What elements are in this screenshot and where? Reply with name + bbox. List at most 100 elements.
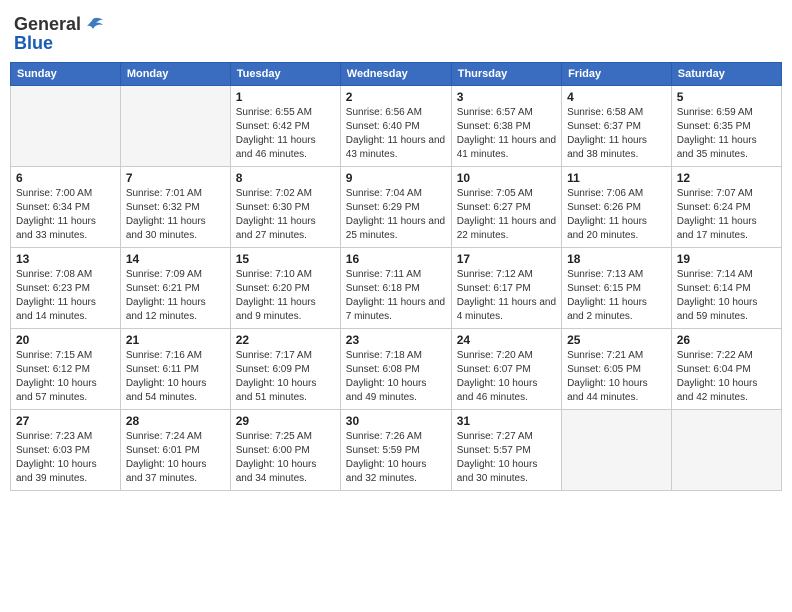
- calendar-day: 13Sunrise: 7:08 AMSunset: 6:23 PMDayligh…: [11, 248, 121, 329]
- day-number: 19: [677, 252, 776, 266]
- page-header: General Blue: [10, 10, 782, 54]
- weekday-header-friday: Friday: [562, 63, 672, 86]
- day-number: 30: [346, 414, 446, 428]
- calendar-day: 27 Sunrise: 7:23 AMSunset: 6:03 PMDayligh…: [11, 410, 121, 491]
- calendar-day: 19Sunrise: 7:14 AMSunset: 6:14 PMDayligh…: [671, 248, 781, 329]
- day-number: 23: [346, 333, 446, 347]
- calendar-day: 30 Sunrise: 7:26 AMSunset: 5:59 PMDayligh…: [340, 410, 451, 491]
- weekday-header-saturday: Saturday: [671, 63, 781, 86]
- calendar-day: [11, 86, 121, 167]
- calendar-day: 23 Sunrise: 7:18 AMSunset: 6:08 PMDayligh…: [340, 329, 451, 410]
- day-info: Sunrise: 7:22 AMSunset: 6:04 PMDaylight:…: [677, 349, 776, 405]
- day-number: 16: [346, 252, 446, 266]
- calendar-day: 26Sunrise: 7:22 AMSunset: 6:04 PMDayligh…: [671, 329, 781, 410]
- calendar-table: SundayMondayTuesdayWednesdayThursdayFrid…: [10, 62, 782, 491]
- calendar-day: 31 Sunrise: 7:27 AMSunset: 5:57 PMDayligh…: [451, 410, 561, 491]
- calendar-day: 6Sunrise: 7:00 AMSunset: 6:34 PMDaylight…: [11, 167, 121, 248]
- day-info: Sunrise: 7:26 AMSunset: 5:59 PMDaylight:…: [346, 430, 446, 486]
- day-number: 21: [126, 333, 225, 347]
- calendar-day: 28 Sunrise: 7:24 AMSunset: 6:01 PMDayligh…: [120, 410, 230, 491]
- day-number: 15: [236, 252, 335, 266]
- calendar-day: 7Sunrise: 7:01 AMSunset: 6:32 PMDaylight…: [120, 167, 230, 248]
- calendar-day: 10 Sunrise: 7:05 AMSunset: 6:27 PMDayligh…: [451, 167, 561, 248]
- calendar-day: [120, 86, 230, 167]
- day-number: 8: [236, 171, 335, 185]
- logo-general-text: General: [14, 14, 81, 35]
- day-number: 11: [567, 171, 666, 185]
- calendar-day: 22Sunrise: 7:17 AMSunset: 6:09 PMDayligh…: [230, 329, 340, 410]
- calendar-day: 1 Sunrise: 6:55 AMSunset: 6:42 PMDaylight…: [230, 86, 340, 167]
- day-info: Sunrise: 7:27 AMSunset: 5:57 PMDaylight:…: [457, 430, 556, 486]
- day-info: Sunrise: 7:11 AMSunset: 6:18 PMDaylight:…: [346, 268, 446, 324]
- logo-bird-icon: [83, 17, 103, 33]
- day-info: Sunrise: 7:04 AMSunset: 6:29 PMDaylight:…: [346, 187, 446, 243]
- weekday-header-wednesday: Wednesday: [340, 63, 451, 86]
- day-info: Sunrise: 6:59 AMSunset: 6:35 PMDaylight:…: [677, 106, 776, 162]
- calendar-day: 4 Sunrise: 6:58 AMSunset: 6:37 PMDaylight…: [562, 86, 672, 167]
- calendar-week-3: 13Sunrise: 7:08 AMSunset: 6:23 PMDayligh…: [11, 248, 782, 329]
- calendar-day: 16 Sunrise: 7:11 AMSunset: 6:18 PMDayligh…: [340, 248, 451, 329]
- weekday-header-monday: Monday: [120, 63, 230, 86]
- calendar-week-1: 1 Sunrise: 6:55 AMSunset: 6:42 PMDaylight…: [11, 86, 782, 167]
- day-info: Sunrise: 7:07 AMSunset: 6:24 PMDaylight:…: [677, 187, 776, 243]
- calendar-day: 9Sunrise: 7:04 AMSunset: 6:29 PMDaylight…: [340, 167, 451, 248]
- day-info: Sunrise: 6:57 AMSunset: 6:38 PMDaylight:…: [457, 106, 556, 162]
- calendar-day: 17 Sunrise: 7:12 AMSunset: 6:17 PMDayligh…: [451, 248, 561, 329]
- weekday-header-sunday: Sunday: [11, 63, 121, 86]
- calendar-header-row: SundayMondayTuesdayWednesdayThursdayFrid…: [11, 63, 782, 86]
- day-info: Sunrise: 7:20 AMSunset: 6:07 PMDaylight:…: [457, 349, 556, 405]
- calendar-day: 24 Sunrise: 7:20 AMSunset: 6:07 PMDayligh…: [451, 329, 561, 410]
- day-number: 27: [16, 414, 115, 428]
- calendar-day: [562, 410, 672, 491]
- day-info: Sunrise: 7:18 AMSunset: 6:08 PMDaylight:…: [346, 349, 446, 405]
- day-number: 18: [567, 252, 666, 266]
- day-number: 17: [457, 252, 556, 266]
- day-info: Sunrise: 7:17 AMSunset: 6:09 PMDaylight:…: [236, 349, 335, 405]
- calendar-day: 15 Sunrise: 7:10 AMSunset: 6:20 PMDayligh…: [230, 248, 340, 329]
- calendar-day: 5Sunrise: 6:59 AMSunset: 6:35 PMDaylight…: [671, 86, 781, 167]
- day-number: 2: [346, 90, 446, 104]
- day-info: Sunrise: 7:02 AMSunset: 6:30 PMDaylight:…: [236, 187, 335, 243]
- day-number: 4: [567, 90, 666, 104]
- weekday-header-tuesday: Tuesday: [230, 63, 340, 86]
- calendar-day: 18 Sunrise: 7:13 AMSunset: 6:15 PMDayligh…: [562, 248, 672, 329]
- day-info: Sunrise: 7:06 AMSunset: 6:26 PMDaylight:…: [567, 187, 666, 243]
- day-number: 25: [567, 333, 666, 347]
- day-number: 31: [457, 414, 556, 428]
- calendar-day: 3 Sunrise: 6:57 AMSunset: 6:38 PMDaylight…: [451, 86, 561, 167]
- day-info: Sunrise: 7:21 AMSunset: 6:05 PMDaylight:…: [567, 349, 666, 405]
- day-info: Sunrise: 7:23 AMSunset: 6:03 PMDaylight:…: [16, 430, 115, 486]
- logo: General Blue: [14, 14, 103, 54]
- calendar-day: 20Sunrise: 7:15 AMSunset: 6:12 PMDayligh…: [11, 329, 121, 410]
- day-info: Sunrise: 7:10 AMSunset: 6:20 PMDaylight:…: [236, 268, 335, 324]
- day-number: 14: [126, 252, 225, 266]
- day-number: 3: [457, 90, 556, 104]
- day-info: Sunrise: 7:13 AMSunset: 6:15 PMDaylight:…: [567, 268, 666, 324]
- day-number: 13: [16, 252, 115, 266]
- day-info: Sunrise: 6:58 AMSunset: 6:37 PMDaylight:…: [567, 106, 666, 162]
- day-info: Sunrise: 7:05 AMSunset: 6:27 PMDaylight:…: [457, 187, 556, 243]
- day-number: 1: [236, 90, 335, 104]
- day-number: 28: [126, 414, 225, 428]
- day-info: Sunrise: 7:24 AMSunset: 6:01 PMDaylight:…: [126, 430, 225, 486]
- calendar-week-4: 20Sunrise: 7:15 AMSunset: 6:12 PMDayligh…: [11, 329, 782, 410]
- calendar-day: 21 Sunrise: 7:16 AMSunset: 6:11 PMDayligh…: [120, 329, 230, 410]
- day-number: 24: [457, 333, 556, 347]
- day-info: Sunrise: 7:16 AMSunset: 6:11 PMDaylight:…: [126, 349, 225, 405]
- calendar-day: 11 Sunrise: 7:06 AMSunset: 6:26 PMDayligh…: [562, 167, 672, 248]
- day-number: 7: [126, 171, 225, 185]
- calendar-day: 14Sunrise: 7:09 AMSunset: 6:21 PMDayligh…: [120, 248, 230, 329]
- day-info: Sunrise: 7:25 AMSunset: 6:00 PMDaylight:…: [236, 430, 335, 486]
- calendar-day: 25 Sunrise: 7:21 AMSunset: 6:05 PMDayligh…: [562, 329, 672, 410]
- calendar-day: 8 Sunrise: 7:02 AMSunset: 6:30 PMDaylight…: [230, 167, 340, 248]
- calendar-day: 29Sunrise: 7:25 AMSunset: 6:00 PMDayligh…: [230, 410, 340, 491]
- day-info: Sunrise: 6:55 AMSunset: 6:42 PMDaylight:…: [236, 106, 335, 162]
- day-info: Sunrise: 6:56 AMSunset: 6:40 PMDaylight:…: [346, 106, 446, 162]
- day-number: 10: [457, 171, 556, 185]
- calendar-day: [671, 410, 781, 491]
- calendar-week-2: 6Sunrise: 7:00 AMSunset: 6:34 PMDaylight…: [11, 167, 782, 248]
- calendar-day: 2 Sunrise: 6:56 AMSunset: 6:40 PMDaylight…: [340, 86, 451, 167]
- day-info: Sunrise: 7:12 AMSunset: 6:17 PMDaylight:…: [457, 268, 556, 324]
- calendar-day: 12Sunrise: 7:07 AMSunset: 6:24 PMDayligh…: [671, 167, 781, 248]
- day-info: Sunrise: 7:00 AMSunset: 6:34 PMDaylight:…: [16, 187, 115, 243]
